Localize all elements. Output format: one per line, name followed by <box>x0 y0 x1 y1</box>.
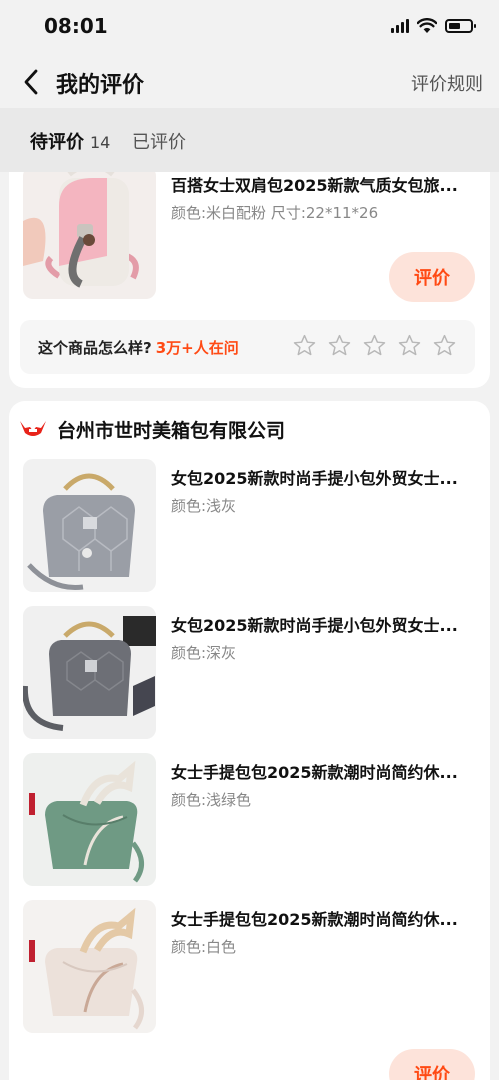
review-list[interactable]: 百搭女士双肩包2025新款气质女包旅... 颜色:米白配粉 尺寸:22*11*2… <box>0 172 499 1080</box>
battery-icon <box>445 19 476 33</box>
product-spec: 颜色:深灰 <box>171 644 237 662</box>
product-spec: 颜色:白色 <box>171 938 237 956</box>
tab-reviewed[interactable]: 已评价 <box>132 128 186 154</box>
status-icons <box>391 18 476 34</box>
product-title[interactable]: 女包2025新款时尚手提小包外贸女士... <box>171 612 477 636</box>
signal-icon <box>391 19 409 33</box>
tab-pending-review[interactable]: 待评价 14 <box>30 128 110 154</box>
product-image[interactable] <box>23 900 156 1033</box>
order-card: 台州市世时美箱包有限公司 女包2025新款时尚手提小包外贸女士... 颜色:浅灰 <box>9 401 490 1080</box>
product-title[interactable]: 女士手提包包2025新款潮时尚简约休... <box>171 906 477 930</box>
wifi-icon <box>417 18 437 33</box>
product-title[interactable]: 百搭女士双肩包2025新款气质女包旅... <box>171 172 477 196</box>
product-spec: 颜色:浅灰 <box>171 497 237 515</box>
review-button[interactable]: 评价 <box>389 252 475 302</box>
star-icon[interactable] <box>432 333 457 358</box>
page-title: 我的评价 <box>56 73 145 98</box>
rating-question: 这个商品怎么样? 3万+人在问 <box>38 337 239 358</box>
nav-bar: 我的评价 评价规则 <box>0 56 499 108</box>
product-image[interactable] <box>23 172 156 299</box>
star-icon[interactable] <box>327 333 352 358</box>
status-bar: 08:01 <box>0 0 499 56</box>
star-rating[interactable] <box>292 333 457 358</box>
review-button[interactable]: 评价 <box>389 1049 475 1080</box>
star-icon[interactable] <box>397 333 422 358</box>
product-spec: 颜色:浅绿色 <box>171 791 252 809</box>
rating-question-text: 这个商品怎么样? <box>38 339 152 357</box>
product-image[interactable] <box>23 753 156 886</box>
product-title[interactable]: 女包2025新款时尚手提小包外贸女士... <box>171 465 477 489</box>
product-image[interactable] <box>23 606 156 739</box>
tab-pending-label: 待评价 <box>30 132 84 153</box>
rating-prompt: 这个商品怎么样? 3万+人在问 <box>20 320 475 374</box>
status-time: 08:01 <box>44 14 108 38</box>
product-title[interactable]: 女士手提包包2025新款潮时尚简约休... <box>171 759 477 783</box>
shop-header[interactable]: 台州市世时美箱包有限公司 <box>19 415 285 443</box>
asking-count-highlight: 3万+人在问 <box>155 339 239 357</box>
star-icon[interactable] <box>292 333 317 358</box>
tab-bar: 待评价 14 已评价 <box>0 108 499 172</box>
shop-name: 台州市世时美箱包有限公司 <box>57 419 286 442</box>
product-spec: 颜色:米白配粉 尺寸:22*11*26 <box>171 204 379 222</box>
product-image[interactable] <box>23 459 156 592</box>
shop-logo-icon <box>20 421 46 436</box>
star-icon[interactable] <box>362 333 387 358</box>
order-card: 百搭女士双肩包2025新款气质女包旅... 颜色:米白配粉 尺寸:22*11*2… <box>9 172 490 388</box>
review-rules-link[interactable]: 评价规则 <box>411 70 483 96</box>
pending-count-badge: 14 <box>90 133 111 152</box>
back-arrow-icon[interactable] <box>20 68 44 96</box>
